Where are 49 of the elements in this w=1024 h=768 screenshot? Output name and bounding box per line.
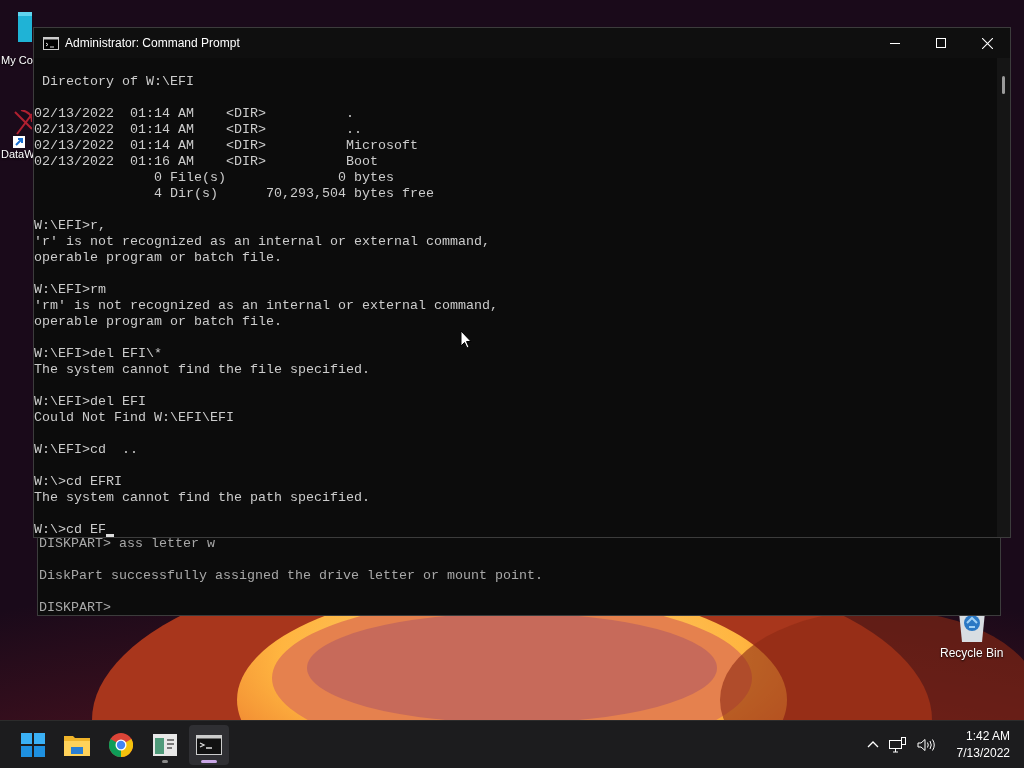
maximize-icon xyxy=(936,38,946,48)
console-line: 02/13/2022 01:16 AM <DIR> Boot xyxy=(34,154,378,170)
desktop-icon-label[interactable]: My Co xyxy=(1,54,33,66)
network-icon[interactable] xyxy=(888,736,907,753)
console-line: Directory of W:\EFI xyxy=(41,74,194,90)
console-line: 0 File(s) 0 bytes xyxy=(152,170,394,186)
scrollbar[interactable] xyxy=(997,58,1010,537)
console-line: Could Not Find W:\EFI\EFI xyxy=(34,410,234,426)
desktop-icon-label[interactable]: DataW xyxy=(1,148,35,160)
volume-icon[interactable] xyxy=(916,737,935,752)
console-line: W:\>cd EFRI xyxy=(34,474,122,490)
console-line: W:\EFI>del EFI\* xyxy=(34,346,162,362)
console-line: DISKPART> xyxy=(39,600,111,616)
document-window-icon xyxy=(153,733,177,756)
console-line: W:\EFI>rm xyxy=(34,282,106,298)
console-line: 02/13/2022 01:14 AM <DIR> .. xyxy=(34,122,362,138)
scrollbar-thumb[interactable] xyxy=(1002,76,1005,94)
console-line: W:\EFI>r, xyxy=(34,218,106,234)
console-line: 02/13/2022 01:14 AM <DIR> . xyxy=(34,106,354,122)
chevron-up-icon[interactable] xyxy=(866,741,879,748)
text-cursor xyxy=(106,534,114,537)
clock-time: 1:42 AM xyxy=(965,727,1010,745)
taskbar-app-button[interactable] xyxy=(189,724,229,765)
window-title: Administrator: Command Prompt xyxy=(65,36,241,50)
windows-logo-icon xyxy=(21,732,45,757)
console-line: The system cannot find the path specified. xyxy=(34,490,370,506)
console-line: W:\>cd EF xyxy=(34,522,106,537)
console-line: operable program or batch file. xyxy=(34,314,282,330)
console-line: 02/13/2022 01:14 AM <DIR> Microsoft xyxy=(34,138,418,154)
console-line: DISKPART> ass letter w xyxy=(39,536,215,552)
minimize-icon xyxy=(890,42,900,44)
folder-icon xyxy=(64,733,90,756)
monitor-icon xyxy=(18,12,32,42)
terminal-icon xyxy=(196,734,222,755)
clock-date: 7/13/2022 xyxy=(956,744,1010,762)
console-line: W:\EFI>cd .. xyxy=(34,442,138,458)
console-line: W:\EFI>del EFI xyxy=(34,394,146,410)
browser-icon xyxy=(109,732,133,757)
console-line: The system cannot find the file specified. xyxy=(34,362,370,378)
mouse-pointer-icon xyxy=(460,330,472,349)
clock[interactable]: 1:42 AM 7/13/2022 xyxy=(956,727,1010,762)
console-line: 'r' is not recognized as an internal or external command, xyxy=(34,234,490,250)
terminal-icon xyxy=(43,36,59,50)
console-line: DiskPart successfully assigned the drive letter or mount point. xyxy=(39,568,543,584)
console-line: 'rm' is not recognized as an internal or external command, xyxy=(34,298,498,314)
desktop-icon-label[interactable]: Recycle Bin xyxy=(940,646,1004,660)
console-line: 4 Dir(s) 70,293,504 bytes free xyxy=(152,186,434,202)
console-line: operable program or batch file. xyxy=(34,250,282,266)
close-icon xyxy=(981,37,993,49)
